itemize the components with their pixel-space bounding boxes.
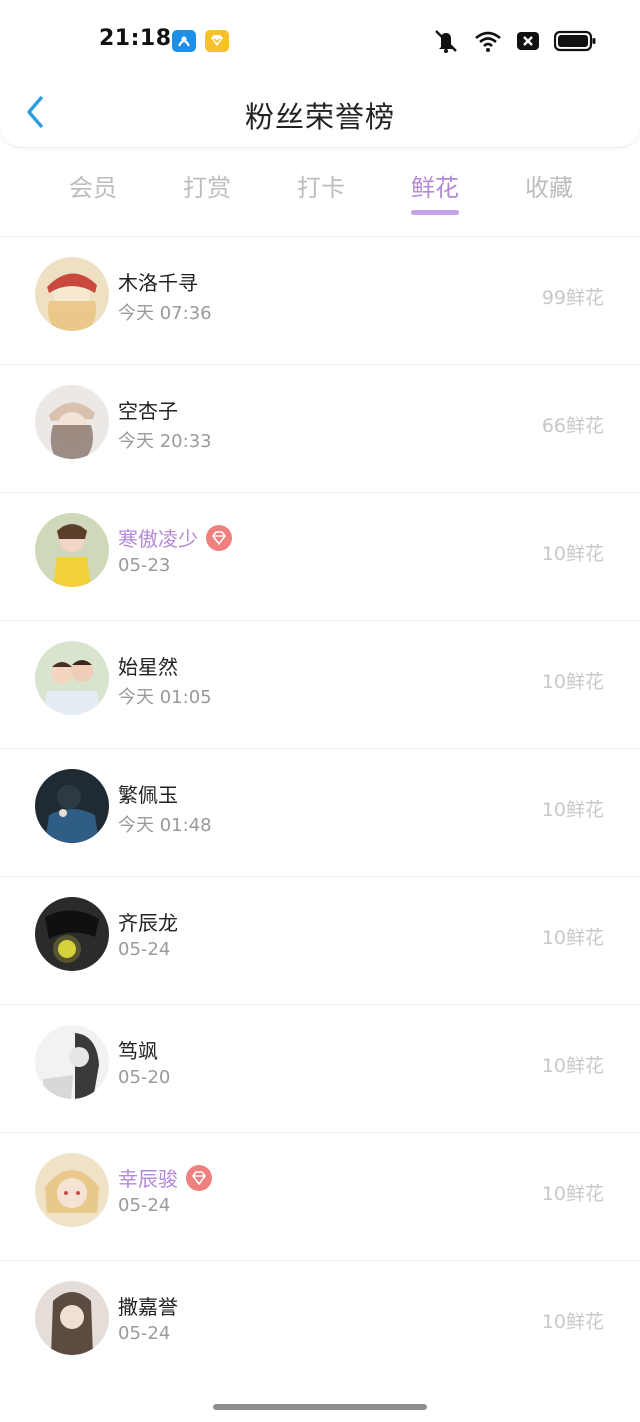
flower-count: 10鲜花 xyxy=(541,927,604,949)
avatar xyxy=(35,897,109,971)
list-item[interactable]: 撒嘉誉 05-24 10鲜花 xyxy=(0,1260,640,1388)
fan-name: 寒傲凌少 xyxy=(118,527,198,551)
name-line: 撒嘉誉 xyxy=(118,1291,178,1320)
fan-time: 05-20 xyxy=(118,1067,171,1088)
fan-time: 05-24 xyxy=(118,1195,171,1216)
flower-count: 66鲜花 xyxy=(541,415,604,437)
fan-name: 空杏子 xyxy=(118,399,178,423)
tab-favorites[interactable]: 收藏 xyxy=(492,168,606,203)
tab-bar: 会员 打赏 打卡 鲜花 收藏 xyxy=(36,168,606,218)
status-bar: 21:18 xyxy=(0,0,640,80)
list-item[interactable]: 幸辰骏 05-24 10鲜花 xyxy=(0,1132,640,1260)
name-line: 寒傲凌少 xyxy=(118,523,232,552)
battery-icon xyxy=(553,30,596,56)
list-item[interactable]: 寒傲凌少 05-23 10鲜花 xyxy=(0,492,640,620)
sim-off-icon xyxy=(516,30,540,56)
divider xyxy=(80,748,570,749)
divider xyxy=(80,620,570,621)
name-line: 齐辰龙 xyxy=(118,907,178,936)
flower-count: 10鲜花 xyxy=(541,1055,604,1077)
tab-active-indicator xyxy=(411,210,459,215)
qq-app-icon xyxy=(172,30,196,52)
diamond-badge-icon xyxy=(206,524,232,551)
fan-time: 05-24 xyxy=(118,1323,171,1344)
fan-time: 05-23 xyxy=(118,555,171,576)
list-item[interactable]: 齐辰龙 05-24 10鲜花 xyxy=(0,876,640,1004)
tab-member[interactable]: 会员 xyxy=(36,168,150,203)
name-line: 笃飒 xyxy=(118,1035,158,1064)
name-line: 始星然 xyxy=(118,651,178,680)
name-line: 幸辰骏 xyxy=(118,1163,212,1192)
divider xyxy=(80,1260,570,1261)
status-app-icons xyxy=(172,30,229,52)
fan-time: 今天 01:48 xyxy=(118,815,212,836)
tab-label: 会员 xyxy=(69,174,117,202)
divider xyxy=(80,1004,570,1005)
fan-time: 05-24 xyxy=(118,939,171,960)
fan-name: 始星然 xyxy=(118,655,178,679)
mute-icon xyxy=(432,28,460,58)
name-line: 木洛千寻 xyxy=(118,267,198,296)
flower-count: 10鲜花 xyxy=(541,671,604,693)
avatar xyxy=(35,257,109,331)
flower-count: 10鲜花 xyxy=(541,543,604,565)
list-item[interactable]: 笃飒 05-20 10鲜花 xyxy=(0,1004,640,1132)
fan-list: 木洛千寻 今天 07:36 99鲜花 空杏子 今天 20:33 66鲜花 寒傲凌… xyxy=(0,236,640,1388)
tab-flowers[interactable]: 鲜花 xyxy=(378,168,492,215)
page-title: 粉丝荣誉榜 xyxy=(244,100,395,134)
tab-reward[interactable]: 打赏 xyxy=(150,168,264,203)
list-item[interactable]: 木洛千寻 今天 07:36 99鲜花 xyxy=(0,236,640,364)
flower-count: 10鲜花 xyxy=(541,1183,604,1205)
fan-name: 幸辰骏 xyxy=(118,1167,178,1191)
fan-time: 今天 20:33 xyxy=(118,431,212,452)
divider xyxy=(80,1132,570,1133)
tab-checkin[interactable]: 打卡 xyxy=(264,168,378,203)
avatar xyxy=(35,769,109,843)
avatar xyxy=(35,1153,109,1227)
tab-label: 鲜花 xyxy=(411,174,459,202)
name-line: 空杏子 xyxy=(118,395,178,424)
avatar xyxy=(35,513,109,587)
fan-time: 今天 01:05 xyxy=(118,687,212,708)
divider xyxy=(80,364,570,365)
avatar xyxy=(35,1025,109,1099)
flower-count: 10鲜花 xyxy=(541,799,604,821)
diamond-badge-icon xyxy=(186,1164,212,1191)
vip-app-icon xyxy=(205,30,229,52)
status-time: 21:18 xyxy=(99,26,172,51)
fan-name: 繁佩玉 xyxy=(118,783,178,807)
fan-name: 齐辰龙 xyxy=(118,911,178,935)
fan-name: 笃飒 xyxy=(118,1039,158,1063)
name-line: 繁佩玉 xyxy=(118,779,178,808)
fan-name: 撒嘉誉 xyxy=(118,1295,178,1319)
tab-label: 打卡 xyxy=(297,174,345,202)
flower-count: 99鲜花 xyxy=(541,287,604,309)
fan-name: 木洛千寻 xyxy=(118,271,198,295)
wifi-icon xyxy=(474,29,502,57)
divider xyxy=(80,492,570,493)
fan-time: 今天 07:36 xyxy=(118,303,212,324)
tab-label: 收藏 xyxy=(525,174,573,202)
list-item[interactable]: 繁佩玉 今天 01:48 10鲜花 xyxy=(0,748,640,876)
list-item[interactable]: 始星然 今天 01:05 10鲜花 xyxy=(0,620,640,748)
divider xyxy=(80,876,570,877)
tab-label: 打赏 xyxy=(183,174,231,202)
status-icons xyxy=(432,28,596,58)
home-indicator[interactable] xyxy=(213,1404,427,1410)
flower-count: 10鲜花 xyxy=(541,1311,604,1333)
list-item[interactable]: 空杏子 今天 20:33 66鲜花 xyxy=(0,364,640,492)
avatar xyxy=(35,1281,109,1355)
avatar xyxy=(35,641,109,715)
avatar xyxy=(35,385,109,459)
